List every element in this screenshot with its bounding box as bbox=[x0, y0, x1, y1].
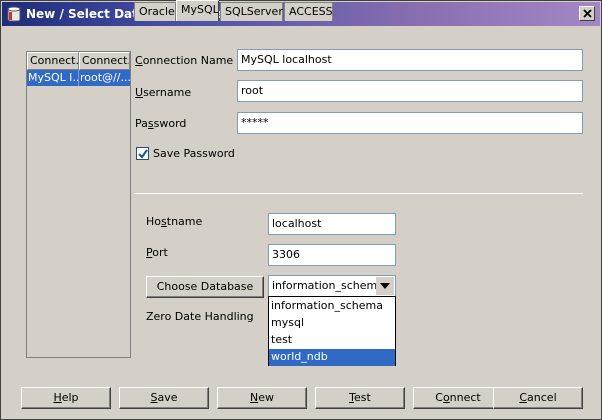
database-option-highlighted[interactable]: world_ndb bbox=[269, 349, 395, 366]
connect-button[interactable]: Connect bbox=[413, 387, 503, 409]
save-button[interactable]: Save bbox=[119, 387, 209, 409]
checkmark-icon bbox=[138, 149, 148, 159]
database-select-value: information_schema bbox=[272, 279, 384, 292]
connection-name-label: Connection Name bbox=[135, 54, 234, 67]
new-button[interactable]: New bbox=[217, 387, 307, 409]
cancel-button[interactable]: Cancel bbox=[493, 387, 583, 409]
connection-row-name: MySQL l... bbox=[28, 70, 79, 86]
hostname-field[interactable]: localhost bbox=[268, 213, 396, 235]
zero-date-handling-label: Zero Date Handling bbox=[146, 310, 254, 323]
tab-mysql[interactable]: MySQL bbox=[176, 0, 219, 21]
hostname-label: Hostname bbox=[146, 215, 203, 228]
username-field[interactable]: root bbox=[237, 80, 583, 102]
database-option[interactable]: test bbox=[269, 332, 395, 349]
column-header-name[interactable]: Connect... bbox=[27, 52, 79, 70]
database-option[interactable]: information_schema bbox=[269, 298, 395, 315]
dropdown-arrow-button[interactable] bbox=[376, 277, 394, 295]
port-field[interactable]: 3306 bbox=[268, 244, 396, 266]
save-password-checkbox[interactable] bbox=[136, 147, 149, 160]
connection-name-field[interactable]: MySQL localhost bbox=[237, 49, 583, 71]
password-label: Password bbox=[135, 117, 186, 130]
tab-oracle[interactable]: Oracle bbox=[134, 2, 176, 21]
username-label: Username bbox=[135, 86, 192, 99]
tab-panel-border bbox=[134, 193, 583, 194]
connection-name-label-rest: onnection Name bbox=[142, 54, 234, 67]
connection-list[interactable]: Connect... Connect... MySQL l... root@//… bbox=[26, 51, 131, 358]
connection-list-header: Connect... Connect... bbox=[27, 52, 130, 70]
tab-access[interactable]: ACCESS bbox=[284, 2, 333, 21]
choose-database-button[interactable]: Choose Database bbox=[146, 276, 264, 298]
help-button[interactable]: Help bbox=[21, 387, 111, 409]
connection-row-details: root@//... bbox=[80, 71, 130, 84]
database-app-icon bbox=[7, 6, 21, 22]
test-button[interactable]: Test bbox=[315, 387, 405, 409]
database-option[interactable]: mysql bbox=[269, 315, 395, 332]
password-field[interactable]: ***** bbox=[237, 112, 583, 134]
username-label-rest: sername bbox=[143, 86, 192, 99]
connection-row[interactable]: MySQL l... root@//... bbox=[27, 70, 130, 86]
dialog-window: New / Select Database Connection Connect… bbox=[0, 0, 602, 420]
database-select[interactable]: information_schema bbox=[268, 275, 396, 297]
close-icon bbox=[583, 9, 592, 18]
password-label-text: Password bbox=[135, 117, 187, 130]
save-password-label[interactable]: Save Password bbox=[153, 147, 235, 160]
chevron-down-icon bbox=[380, 283, 390, 289]
close-button[interactable] bbox=[579, 6, 595, 21]
database-dropdown-list[interactable]: information_schema mysql test world_ndb bbox=[268, 296, 396, 366]
tab-sqlserver[interactable]: SQLServer bbox=[220, 2, 283, 21]
port-label: Port bbox=[146, 246, 168, 259]
column-header-details[interactable]: Connect... bbox=[79, 52, 130, 70]
